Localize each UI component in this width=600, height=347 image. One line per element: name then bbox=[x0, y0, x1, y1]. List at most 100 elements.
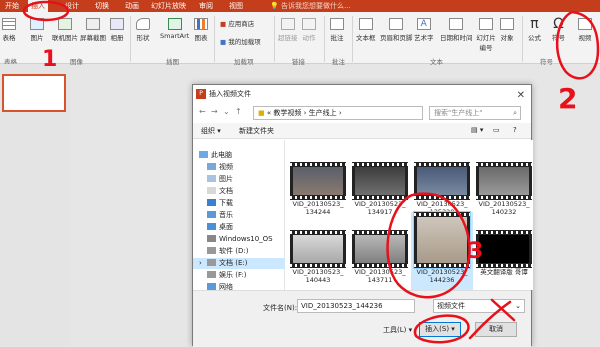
tree-label: 下载 bbox=[219, 199, 233, 207]
tell-me-box[interactable]: 💡 告诉我您想要做什么... bbox=[270, 0, 351, 12]
expand-chevron-icon: › bbox=[199, 259, 202, 267]
group-label-illustrations: 插图 bbox=[166, 58, 179, 66]
group-label-text: 文本 bbox=[430, 58, 443, 66]
tab-design[interactable]: 设计 bbox=[62, 0, 82, 12]
dialog-toolbar: 组织 ▾ 新建文件夹 ▤ ▾ ▭ ? bbox=[193, 123, 531, 139]
preview-pane-icon[interactable]: ▭ bbox=[493, 126, 500, 134]
back-arrow-icon[interactable]: ← bbox=[199, 107, 206, 116]
search-input[interactable]: 搜索"生产线上" ⌕ bbox=[429, 106, 521, 120]
group-label-addins: 加载项 bbox=[234, 58, 254, 66]
table-icon bbox=[2, 18, 16, 30]
tab-slideshow[interactable]: 幻灯片放映 bbox=[148, 0, 189, 12]
tab-home[interactable]: 开始 bbox=[2, 0, 22, 12]
file-item[interactable]: VID_20130523_ 140232 bbox=[473, 162, 535, 222]
tree-item-videos[interactable]: 视频 bbox=[207, 162, 233, 173]
tree-item-drive-e[interactable]: › 文档 (E:) bbox=[193, 258, 285, 269]
equation-button[interactable]: π 公式 bbox=[528, 16, 541, 42]
recent-chevron-icon[interactable]: ⌄ bbox=[223, 107, 230, 116]
action-button[interactable]: 动作 bbox=[302, 18, 316, 42]
file-item[interactable]: VID_20130523_ 134244 bbox=[287, 162, 349, 222]
file-item-selected[interactable]: VID_20130523_ 144236 bbox=[411, 211, 473, 290]
filetype-select[interactable]: 视频文件 ⌄ bbox=[433, 299, 525, 313]
filename-input[interactable]: VID_20130523_144236 bbox=[297, 299, 415, 313]
help-icon[interactable]: ? bbox=[513, 126, 517, 134]
file-item[interactable]: VID_20130523_ 134917 bbox=[349, 162, 411, 222]
album-button[interactable]: 相册 bbox=[110, 18, 124, 42]
tree-item-music[interactable]: 音乐 bbox=[207, 210, 233, 221]
chart-button[interactable]: 图表 bbox=[194, 18, 208, 42]
store-button[interactable]: ■ 应用商店 bbox=[220, 18, 254, 28]
dialog-titlebar: P 插入视频文件 ✕ bbox=[193, 85, 531, 103]
tree-label: 文档 bbox=[219, 187, 233, 195]
action-icon bbox=[302, 18, 316, 30]
file-name: VID_20130523_ 144236 bbox=[416, 268, 468, 284]
forward-arrow-icon[interactable]: → bbox=[211, 107, 218, 116]
tree-item-downloads[interactable]: 下载 bbox=[207, 198, 233, 209]
comment-label: 批注 bbox=[330, 34, 344, 42]
music-icon bbox=[207, 211, 216, 218]
slide-number-label: 幻灯片编号 bbox=[476, 34, 496, 52]
tree-item-this-pc[interactable]: 此电脑 bbox=[199, 150, 232, 161]
file-item[interactable]: VID_20130523_ 140443 bbox=[287, 230, 349, 290]
online-picture-button[interactable]: 联机图片 bbox=[52, 18, 78, 42]
screenshot-button[interactable]: 屏幕截图 bbox=[80, 18, 106, 42]
path-breadcrumb[interactable]: ■ « 教学视频 › 生产线上 › bbox=[253, 106, 423, 120]
insert-button[interactable]: 插入(S) ▾ bbox=[419, 322, 461, 337]
file-item[interactable]: 英文翻译版 哥谭 bbox=[473, 230, 535, 290]
video-thumbnail bbox=[352, 162, 408, 200]
tab-animations[interactable]: 动画 bbox=[122, 0, 142, 12]
chevron-down-icon: ⌄ bbox=[515, 302, 521, 310]
file-item[interactable]: VID_20130523_ 143711 bbox=[349, 230, 411, 290]
cancel-button[interactable]: 取消 bbox=[475, 322, 517, 337]
slide-thumbnail[interactable] bbox=[2, 74, 66, 112]
file-name: VID_20130523_ 140232 bbox=[478, 200, 530, 216]
symbol-button[interactable]: Ω 符号 bbox=[552, 16, 565, 42]
album-label: 相册 bbox=[110, 34, 124, 42]
datetime-button[interactable]: 日期和时间 bbox=[440, 18, 473, 42]
picture-button[interactable]: 图片 bbox=[30, 18, 44, 42]
tab-view[interactable]: 视图 bbox=[226, 0, 246, 12]
tree-item-documents[interactable]: 文档 bbox=[207, 186, 233, 197]
object-button[interactable]: 对象 bbox=[500, 18, 514, 42]
picture-icon bbox=[30, 18, 44, 30]
video-button[interactable]: 视频 bbox=[578, 18, 592, 42]
tab-insert[interactable]: 插入 bbox=[28, 0, 48, 12]
breadcrumb-item[interactable]: 教学视频 bbox=[273, 109, 301, 117]
textbox-button[interactable]: 文本框 bbox=[356, 18, 376, 42]
view-options-icon[interactable]: ▤ ▾ bbox=[471, 126, 483, 134]
tab-transitions[interactable]: 切换 bbox=[92, 0, 112, 12]
tree-item-drive-d[interactable]: 软件 (D:) bbox=[207, 246, 248, 257]
organize-button[interactable]: 组织 ▾ bbox=[201, 126, 221, 136]
file-name: VID_20130523_ 140443 bbox=[292, 268, 344, 284]
table-button[interactable]: 表格 bbox=[2, 18, 16, 42]
header-footer-icon bbox=[389, 18, 404, 30]
smartart-button[interactable]: SmartArt bbox=[160, 18, 189, 40]
new-folder-button[interactable]: 新建文件夹 bbox=[239, 126, 274, 136]
lightbulb-icon: 💡 bbox=[270, 2, 281, 10]
tree-item-pictures[interactable]: 图片 bbox=[207, 174, 233, 185]
tree-item-desktop[interactable]: 桌面 bbox=[207, 222, 233, 233]
slide-number-button[interactable]: 幻灯片编号 bbox=[474, 18, 498, 52]
up-arrow-icon[interactable]: ↑ bbox=[235, 107, 242, 116]
tools-dropdown[interactable]: 工具(L) ▾ bbox=[383, 325, 412, 335]
tree-label: 音乐 bbox=[219, 211, 233, 219]
album-icon bbox=[110, 18, 124, 30]
tree-item-drive-f[interactable]: 娱乐 (F:) bbox=[207, 270, 247, 281]
textbox-icon bbox=[358, 18, 373, 30]
tab-review[interactable]: 审阅 bbox=[196, 0, 216, 12]
shapes-button[interactable]: 形状 bbox=[136, 18, 150, 42]
my-addins-button[interactable]: ■ 我的加载项 bbox=[220, 36, 261, 46]
header-footer-button[interactable]: 页眉和页脚 bbox=[380, 18, 413, 42]
breadcrumb-item[interactable]: 生产线上 bbox=[309, 109, 337, 117]
drive-icon bbox=[207, 271, 216, 278]
navigation-tree: 此电脑 视频 图片 文档 下载 音乐 桌面 Windows10_OS 软件 (D… bbox=[193, 140, 285, 291]
tree-item-windows-drive[interactable]: Windows10_OS bbox=[207, 234, 273, 245]
header-footer-label: 页眉和页脚 bbox=[380, 34, 413, 42]
hyperlink-button[interactable]: 超链接 bbox=[278, 18, 298, 42]
comment-button[interactable]: 批注 bbox=[330, 18, 344, 42]
tree-label: 此电脑 bbox=[211, 151, 232, 159]
wordart-button[interactable]: A 艺术字 bbox=[414, 18, 434, 42]
object-label: 对象 bbox=[500, 34, 514, 42]
chart-icon bbox=[194, 18, 208, 30]
object-icon bbox=[500, 18, 514, 30]
